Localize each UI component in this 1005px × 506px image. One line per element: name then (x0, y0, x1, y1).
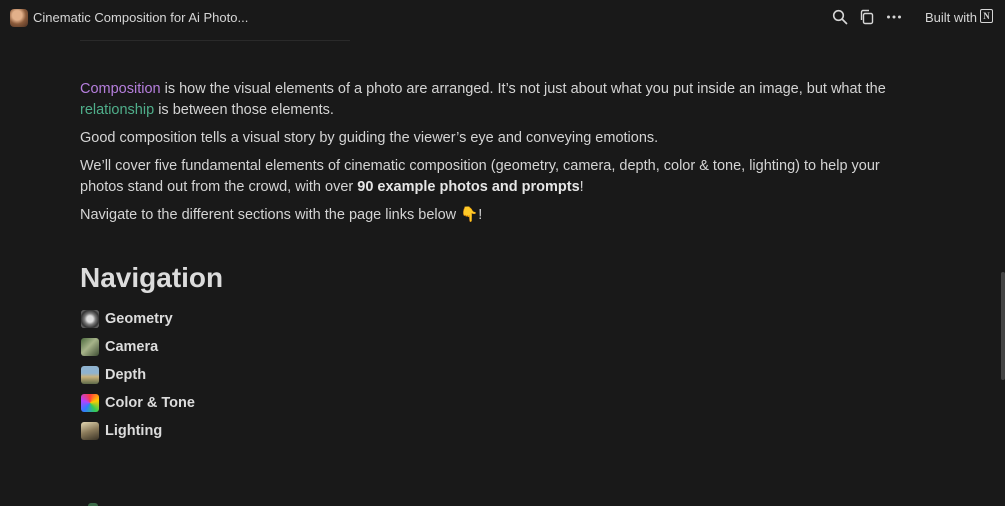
page-title[interactable]: Cinematic Composition for Ai Photo... (33, 10, 248, 25)
divider (80, 40, 350, 41)
nav-link-label: Lighting (105, 423, 163, 439)
navigation-heading: Navigation (80, 262, 224, 293)
search-icon[interactable] (832, 9, 848, 25)
intro-paragraph-1: Composition is how the visual elements o… (80, 79, 920, 121)
nav-link-lighting[interactable]: Lighting (81, 417, 195, 445)
top-bar: Cinematic Composition for Ai Photo... Bu… (0, 0, 1005, 35)
intro-paragraph-4: Navigate to the different sections with … (80, 207, 483, 223)
intro-text: is how the visual elements of a photo ar… (160, 81, 886, 97)
example-count-bold: 90 example photos and prompts (357, 179, 580, 195)
intro-text: is between those elements. (154, 102, 334, 118)
nav-link-color-tone[interactable]: Color & Tone (81, 389, 195, 417)
intro-text: ! (579, 179, 584, 195)
geometry-thumb-icon (81, 310, 99, 328)
page-avatar-icon (10, 9, 28, 27)
nav-link-label: Geometry (105, 311, 173, 327)
nav-link-label: Camera (105, 339, 159, 355)
intro-paragraph-3: We’ll cover five fundamental elements of… (80, 156, 920, 198)
more-icon[interactable] (886, 9, 902, 25)
depth-thumb-icon (81, 366, 99, 384)
intro-content: Composition is how the visual elements o… (80, 79, 920, 233)
composition-link[interactable]: Composition (80, 81, 161, 97)
intro-paragraph-2: Good composition tells a visual story by… (80, 130, 659, 146)
nav-link-label: Color & Tone (105, 395, 195, 411)
camera-thumb-icon (81, 338, 99, 356)
built-with-label[interactable]: Built with (925, 10, 977, 25)
duplicate-icon[interactable] (859, 9, 875, 25)
navigation-list: Geometry Camera Depth Color & Tone Light… (81, 305, 195, 445)
color-tone-thumb-icon (81, 394, 99, 412)
nav-link-geometry[interactable]: Geometry (81, 305, 195, 333)
scrollbar[interactable] (1001, 272, 1005, 380)
relationship-link[interactable]: relationship (80, 102, 154, 118)
nav-link-depth[interactable]: Depth (81, 361, 195, 389)
nav-link-label: Depth (105, 367, 147, 383)
nav-link-camera[interactable]: Camera (81, 333, 195, 361)
lighting-thumb-icon (81, 422, 99, 440)
notion-logo-icon[interactable]: N (980, 9, 993, 23)
